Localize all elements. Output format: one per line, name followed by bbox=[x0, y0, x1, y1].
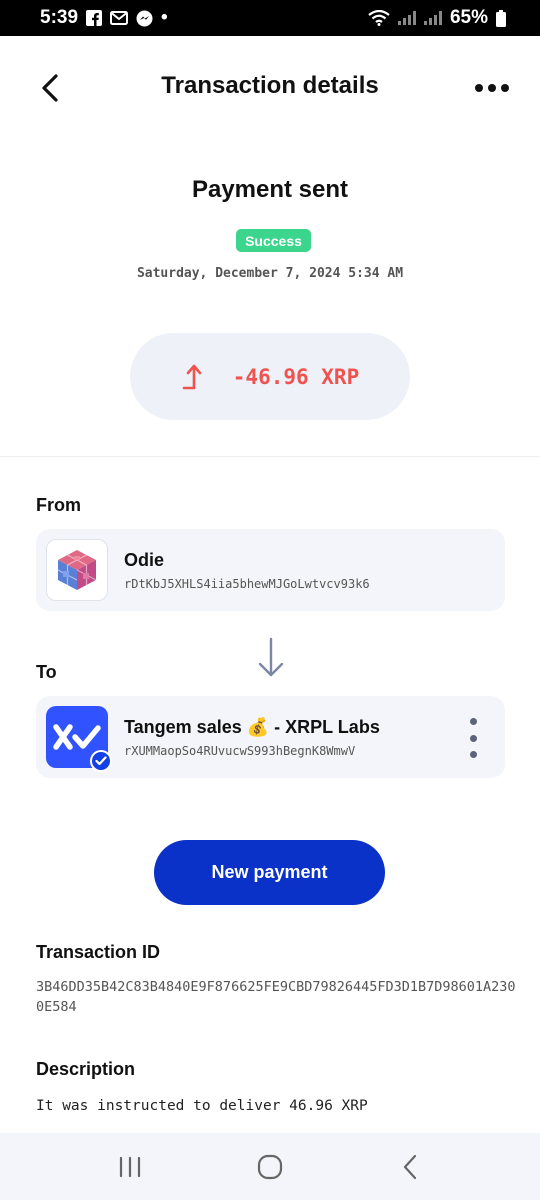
page-title: Transaction details bbox=[161, 72, 379, 99]
arrow-down-icon bbox=[258, 637, 284, 677]
payment-title: Payment sent bbox=[191, 176, 349, 203]
back-button[interactable] bbox=[28, 66, 72, 110]
transaction-id-value[interactable]: 3B46DD35B42C83B4840E9F876625FE9CBD798264… bbox=[36, 977, 516, 1017]
more-options-button[interactable] bbox=[470, 66, 514, 110]
transaction-date: Saturday, December 7, 2024 5:34 AM bbox=[136, 266, 404, 281]
status-time: 5:39 bbox=[40, 7, 79, 28]
chevron-left-icon bbox=[403, 1154, 417, 1179]
more-vertical-icon bbox=[469, 718, 477, 725]
account-name: Odie bbox=[124, 549, 165, 570]
account-address: rDtKbJ5XHLS4iia5bhewMJGoLwtvcv93k6 bbox=[124, 576, 370, 591]
account-name: Tangem sales 💰 - XRPL Labs bbox=[124, 716, 380, 737]
status-right: 65% bbox=[368, 7, 506, 29]
signal-icon bbox=[397, 11, 416, 25]
cube-avatar-icon bbox=[57, 550, 97, 590]
to-label: To bbox=[36, 662, 57, 682]
account-info: Tangem sales 💰 - XRPL Labs rXUMMaopSo4RU… bbox=[124, 717, 380, 758]
system-nav-bar bbox=[0, 1133, 540, 1200]
from-label: From bbox=[36, 495, 81, 515]
more-horizontal-icon bbox=[475, 84, 509, 92]
status-dot: • bbox=[161, 7, 168, 28]
app-header: Transaction details bbox=[0, 36, 540, 136]
more-vertical-icon bbox=[469, 734, 477, 742]
account-address: rXUMMaopSo4RUvucwS993hBegnK8WmwV bbox=[124, 743, 356, 758]
amount-value: -46.96 XRP bbox=[232, 364, 360, 389]
home-icon bbox=[257, 1154, 283, 1179]
signal-icon-2 bbox=[423, 11, 442, 25]
recent-apps-button[interactable] bbox=[100, 1142, 160, 1192]
to-account-card[interactable]: Tangem sales 💰 - XRPL Labs rXUMMaopSo4RU… bbox=[36, 696, 505, 778]
xumm-logo-icon bbox=[53, 724, 101, 750]
recent-apps-icon bbox=[119, 1156, 141, 1177]
facebook-icon bbox=[86, 10, 103, 26]
divider bbox=[0, 456, 540, 457]
gmail-icon bbox=[110, 11, 129, 25]
outgoing-arrow-icon bbox=[182, 364, 202, 389]
status-left: 5:39 • bbox=[40, 7, 168, 29]
verified-badge bbox=[90, 750, 112, 772]
amount-pill: -46.96 XRP bbox=[130, 333, 410, 420]
messenger-icon bbox=[136, 10, 153, 27]
transaction-id-label: Transaction ID bbox=[36, 942, 161, 962]
check-icon bbox=[95, 756, 107, 766]
description-label: Description bbox=[36, 1059, 136, 1079]
more-vertical-icon bbox=[469, 751, 477, 758]
account-info: Odie rDtKbJ5XHLS4iia5bhewMJGoLwtvcv93k6 bbox=[124, 550, 370, 591]
from-account-card[interactable]: Odie rDtKbJ5XHLS4iia5bhewMJGoLwtvcv93k6 bbox=[36, 529, 505, 611]
account-options-button[interactable] bbox=[463, 718, 483, 758]
status-bar: 5:39 • 65% bbox=[0, 0, 540, 36]
home-button[interactable] bbox=[240, 1142, 300, 1192]
chevron-left-icon bbox=[42, 74, 58, 102]
description-text: It was instructed to deliver 46.96 XRP bbox=[36, 1098, 368, 1114]
avatar bbox=[46, 706, 112, 772]
battery-percent: 65% bbox=[449, 7, 488, 28]
wifi-icon bbox=[368, 10, 390, 26]
battery-icon bbox=[496, 9, 506, 27]
new-payment-button[interactable]: New payment bbox=[154, 840, 385, 905]
avatar bbox=[46, 539, 108, 601]
status-badge: Success bbox=[236, 229, 311, 252]
back-nav-button[interactable] bbox=[380, 1142, 440, 1192]
